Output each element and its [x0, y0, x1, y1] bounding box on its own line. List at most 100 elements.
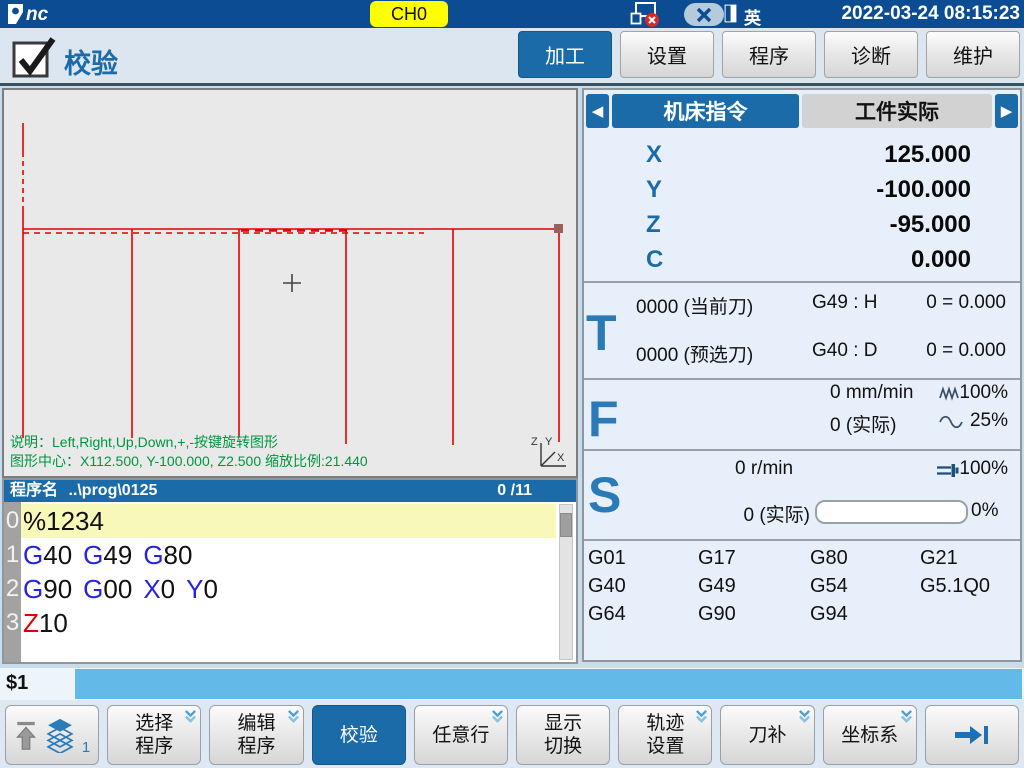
top-status-bar: nc CH0 英 2022-03-24 08:15:23 [0, 0, 1024, 28]
softkey-edit-program[interactable]: 编辑程序 [209, 705, 303, 765]
feed-override-icon [938, 414, 964, 429]
gcode-cell: G49 [698, 572, 810, 600]
softkey-arbitrary-line[interactable]: 任意行 [414, 705, 508, 765]
softkey-label: 程序 [238, 735, 276, 758]
channel-badge: CH0 [370, 1, 448, 27]
feed-command-value: 0 mm/min [830, 382, 913, 404]
tab-workpiece-actual[interactable]: 工件实际 [802, 94, 992, 128]
word-address: Y [186, 574, 203, 604]
program-line[interactable]: G40G49G80 [21, 538, 556, 572]
word-value: 10 [39, 608, 68, 638]
axis-row-z: Z-95.000 [584, 208, 1020, 243]
axis-x-label: X [557, 452, 565, 464]
word-value: 00 [103, 574, 132, 604]
tool-offset-value: 0 = 0.000 [926, 340, 1006, 362]
tab-machining[interactable]: 加工 [518, 31, 612, 78]
rotation-hint-text: 说明：Left,Right,Up,Down,+,-按键旋转图形 [10, 432, 278, 452]
tool-row: 0000 (预选刀)G40 : D0 = 0.000 [584, 340, 1020, 370]
gcode-word: G49 [83, 540, 132, 571]
line-number: 1 [4, 538, 21, 572]
word-value: 90 [43, 574, 72, 604]
return-top-icon [14, 718, 38, 752]
softkey-label: 坐标系 [841, 724, 898, 747]
word-address: X [143, 574, 160, 604]
softkey-label: 任意行 [432, 724, 489, 747]
axis-label: Z [646, 211, 661, 239]
softkey-return-layers[interactable]: 1 [5, 705, 99, 765]
hnc-logo: nc [6, 3, 68, 25]
storage-icon [724, 4, 737, 23]
feed-override-percent: 25% [970, 410, 1008, 432]
chevron-double-down-icon [798, 709, 811, 724]
layer-count: 1 [82, 739, 90, 756]
softkey-label: 刀补 [749, 724, 787, 747]
softkey-tool-compensation[interactable]: 刀补 [720, 705, 814, 765]
chevron-double-down-icon [900, 709, 913, 724]
toolpath-plot: Z Y X [4, 90, 576, 476]
gcode-word: Z10 [23, 608, 68, 639]
separator [584, 449, 1020, 451]
tab-machine-command[interactable]: 机床指令 [612, 94, 799, 128]
network-error-icon [630, 1, 662, 28]
word-value: 0 [161, 574, 175, 604]
axis-row-y: Y-100.000 [584, 173, 1020, 208]
status-panel: ◀ 机床指令工件实际 ▶ X125.000Y-100.000Z-95.000C0… [582, 88, 1022, 662]
title-bar: 校验 加工设置程序诊断维护 [0, 28, 1024, 86]
logo-text: nc [26, 4, 49, 25]
coordinate-tab-bar: ◀ 机床指令工件实际 ▶ [586, 94, 1018, 128]
separator [584, 378, 1020, 380]
hnc-cnc-screen: nc CH0 英 2022-03-24 08:15:23 校验 加工设置程序诊断… [0, 0, 1024, 768]
softkey-verify[interactable]: 校验 [312, 705, 406, 765]
program-line[interactable]: %1234 [21, 504, 556, 538]
feed-actual-value: 0 (实际) [830, 410, 897, 437]
spindle-override-percent: 100% [959, 458, 1008, 480]
tool-offset-value: 0 = 0.000 [926, 292, 1006, 314]
softkey-next-page[interactable] [925, 705, 1019, 765]
tab-program[interactable]: 程序 [722, 31, 816, 78]
program-line[interactable]: Z10 [21, 606, 556, 640]
softkey-label: 编辑 [238, 712, 276, 735]
softkey-track-settings[interactable]: 轨迹设置 [618, 705, 712, 765]
word-address: G [83, 574, 103, 604]
gcode-word: X0 [143, 574, 175, 605]
softkey-label: 校验 [340, 724, 378, 747]
scrollbar-thumb[interactable] [560, 513, 572, 537]
softkey-select-program[interactable]: 选择程序 [107, 705, 201, 765]
axis-row-c: C0.000 [584, 243, 1020, 278]
gcode-cell: G90 [698, 600, 810, 628]
chevron-double-down-icon [491, 709, 504, 724]
coord-tab-left-arrow[interactable]: ◀ [586, 94, 609, 128]
gcode-word: G00 [83, 574, 132, 605]
softkey-display-switch[interactable]: 显示切换 [516, 705, 610, 765]
tab-settings[interactable]: 设置 [620, 31, 714, 78]
page-title: 校验 [64, 42, 118, 81]
gcode-word: G90 [23, 574, 72, 605]
line-number-gutter: 0123 [4, 502, 21, 662]
graphics-view: Z Y X 说明：Left,Right,Up,Down,+,-按键旋转图形 图形… [2, 88, 578, 478]
axis-value: -100.000 [876, 176, 971, 204]
gcode-cell: G17 [698, 544, 810, 572]
chevron-double-down-icon [287, 709, 300, 724]
tab-diagnosis[interactable]: 诊断 [824, 31, 918, 78]
coord-tab-right-arrow[interactable]: ▶ [995, 94, 1018, 128]
softkey-coordinate-system[interactable]: 坐标系 [823, 705, 917, 765]
gcode-cell: G5.1Q0 [920, 572, 1018, 600]
datetime-text: 2022-03-24 08:15:23 [841, 3, 1020, 25]
modal-gcode-grid: G01G17G80G21G40G49G54G5.1Q0G64G90G94 [588, 544, 1018, 628]
main-tab-bar: 加工设置程序诊断维护 [518, 31, 1020, 78]
softkey-label: 显示 [544, 712, 582, 735]
mdi-input-bar[interactable] [75, 669, 1022, 699]
program-panel: 程序名 ..\prog\0125 0 /11 0123 %1234G40G49G… [2, 478, 578, 664]
axis-value: 125.000 [884, 141, 971, 169]
program-title-label: 程序名 [10, 482, 58, 499]
separator [584, 281, 1020, 283]
tab-maintenance[interactable]: 维护 [926, 31, 1020, 78]
program-scrollbar[interactable] [559, 504, 573, 660]
program-path: ..\prog\0125 [68, 482, 157, 499]
word-address: G [83, 540, 103, 570]
axis-z-label: Z [531, 436, 538, 448]
tool-number: 0000 (预选刀) [636, 340, 753, 367]
close-session-icon [684, 3, 724, 26]
separator [584, 539, 1020, 541]
program-line[interactable]: G90G00X0Y0 [21, 572, 556, 606]
